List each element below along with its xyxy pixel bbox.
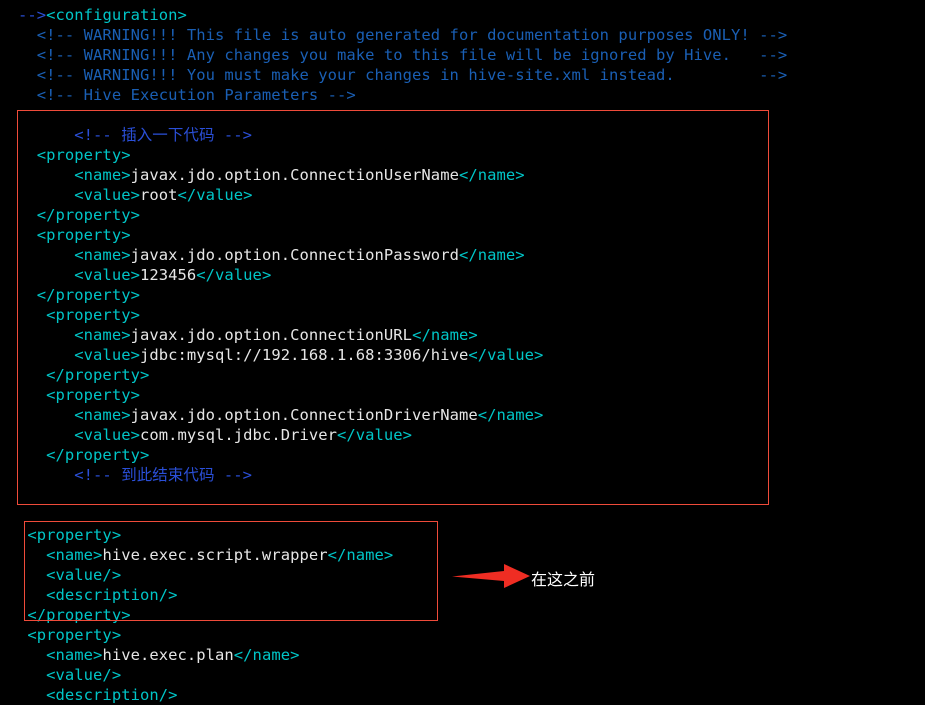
code-token: --> [18, 6, 47, 24]
code-token: <property> [18, 306, 140, 324]
annotation-note-label: 在这之前 [531, 570, 596, 589]
code-line: <description/> [18, 685, 925, 705]
code-line: <!-- WARNING!!! You must make your chang… [18, 65, 925, 85]
code-token: </name> [327, 546, 394, 564]
code-token: <value> [18, 346, 140, 364]
code-token: <configuration> [46, 6, 187, 24]
code-line: <name>javax.jdo.option.ConnectionDriverN… [18, 405, 925, 425]
code-token: <property> [18, 386, 140, 404]
code-line: <value>123456</value> [18, 265, 925, 285]
code-token: javax.jdo.option.ConnectionPassword [130, 246, 459, 264]
code-line: </property> [18, 205, 925, 225]
code-token: <name> [18, 326, 131, 344]
code-token: 123456 [139, 266, 197, 284]
code-line: <name>javax.jdo.option.ConnectionPasswor… [18, 245, 925, 265]
code-token: <property> [18, 626, 122, 644]
code-token: <!-- Hive Execution Parameters --> [18, 86, 356, 104]
code-line: --><configuration> [18, 5, 925, 25]
code-line: <value>com.mysql.jdbc.Driver</value> [18, 425, 925, 445]
code-token: </property> [18, 206, 140, 224]
code-line: <name>javax.jdo.option.ConnectionUserNam… [18, 165, 925, 185]
code-token: <value> [18, 266, 140, 284]
code-token: </name> [477, 406, 544, 424]
code-token: <!-- WARNING!!! Any changes you make to … [18, 46, 788, 64]
code-token: <property> [18, 526, 122, 544]
code-token: <value/> [18, 566, 122, 584]
code-line: <!-- Hive Execution Parameters --> [18, 85, 925, 105]
code-token: </value> [177, 186, 253, 204]
code-token: <value> [18, 426, 140, 444]
code-token: <description/> [18, 686, 178, 704]
code-token: </property> [18, 366, 150, 384]
code-line: <property> [18, 225, 925, 245]
code-token: hive.exec.script.wrapper [102, 546, 328, 564]
code-token: </property> [18, 286, 140, 304]
code-line: <property> [18, 305, 925, 325]
code-token: </name> [458, 246, 525, 264]
code-line: </property> [18, 605, 925, 625]
code-line: <property> [18, 525, 925, 545]
code-token: </name> [412, 326, 478, 344]
code-line: </property> [18, 365, 925, 385]
code-token: <!-- 到此结束代码 --> [18, 466, 253, 484]
code-token: </property> [18, 606, 131, 624]
code-token: <!-- WARNING!!! This file is auto genera… [18, 26, 788, 44]
code-line: <property> [18, 145, 925, 165]
code-token: <value/> [18, 666, 122, 684]
code-token: javax.jdo.option.ConnectionURL [130, 326, 413, 344]
code-token: <property> [18, 226, 131, 244]
code-token: </property> [18, 446, 150, 464]
code-token: </value> [196, 266, 272, 284]
code-token: </name> [458, 166, 525, 184]
code-line: <value/> [18, 665, 925, 685]
code-token: javax.jdo.option.ConnectionDriverName [130, 406, 478, 424]
code-token: <name> [18, 406, 131, 424]
code-line: <!-- 到此结束代码 --> [18, 465, 925, 485]
code-token: <name> [18, 646, 103, 664]
code-token: </value> [337, 426, 413, 444]
code-token: <name> [18, 546, 103, 564]
code-token: <property> [18, 146, 131, 164]
code-line: <property> [18, 385, 925, 405]
code-token: </value> [468, 346, 544, 364]
code-token: <description/> [18, 586, 178, 604]
code-token: root [139, 186, 178, 204]
code-line: </property> [18, 445, 925, 465]
code-token: hive.exec.plan [102, 646, 234, 664]
code-token: <name> [18, 166, 131, 184]
terminal-window: --><configuration> <!-- WARNING!!! This … [0, 0, 925, 704]
code-line: <!-- WARNING!!! Any changes you make to … [18, 45, 925, 65]
code-line: <name>javax.jdo.option.ConnectionURL</na… [18, 325, 925, 345]
code-token: <value> [18, 186, 140, 204]
arrow-icon [452, 562, 530, 590]
code-token: com.mysql.jdbc.Driver [139, 426, 337, 444]
code-token: <name> [18, 246, 131, 264]
code-line: <property> [18, 625, 925, 645]
xml-code-listing[interactable]: --><configuration> <!-- WARNING!!! This … [18, 5, 925, 705]
code-token: <!-- WARNING!!! You must make your chang… [18, 66, 788, 84]
code-token: jdbc:mysql://192.168.1.68:3306/hive [139, 346, 469, 364]
code-token: javax.jdo.option.ConnectionUserName [130, 166, 459, 184]
code-line: <name>hive.exec.plan</name> [18, 645, 925, 665]
code-token: </name> [233, 646, 300, 664]
code-line: <!-- WARNING!!! This file is auto genera… [18, 25, 925, 45]
code-token: <!-- 插入一下代码 --> [18, 126, 253, 144]
code-line: <value>jdbc:mysql://192.168.1.68:3306/hi… [18, 345, 925, 365]
code-line: <!-- 插入一下代码 --> [18, 125, 925, 145]
code-line: </property> [18, 285, 925, 305]
code-line: <value>root</value> [18, 185, 925, 205]
